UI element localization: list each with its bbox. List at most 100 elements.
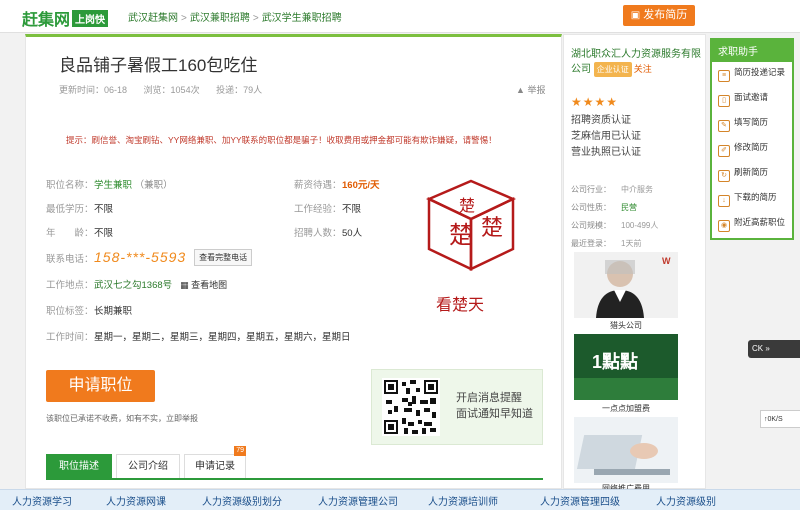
helper-item-nearby[interactable]: ◉ 附近高薪职位: [718, 216, 785, 232]
footer-link[interactable]: 人力资源培训师: [428, 493, 498, 508]
view-phone-button[interactable]: 查看完整电话: [194, 249, 253, 266]
laptop-illustration: [574, 417, 678, 483]
edit-icon: ✎: [718, 120, 730, 132]
field-label: 职位名称：: [46, 180, 94, 191]
auth-badge: 企业认证: [593, 62, 632, 77]
tab-apply-records[interactable]: 申请记录 79: [184, 446, 246, 478]
stamp-caption: 看楚天: [436, 297, 485, 314]
tab-job-description[interactable]: 职位描述: [46, 454, 112, 478]
info-key: 最近登录：: [571, 239, 611, 248]
helper-item-modify[interactable]: ✐ 修改简历: [718, 141, 768, 157]
widget-label: CK: [752, 344, 764, 353]
breadcrumb-item[interactable]: 武汉学生兼职招聘: [262, 13, 342, 24]
fraud-warning: 提示：刷信誉、淘宝刷钻、YY网络兼职、加YY联系的职位都是骗子！收取费用或押金都…: [66, 135, 497, 145]
cert-item: 营业执照已认证: [571, 147, 641, 158]
phone-icon: ▯: [718, 95, 730, 107]
field-label: 工作时间：: [46, 332, 94, 343]
field-label: 薪资待遇：: [294, 180, 342, 191]
person-illustration: W: [574, 252, 678, 318]
ad-promotion[interactable]: [574, 417, 678, 483]
info-key: 公司性质：: [571, 203, 611, 212]
company-info: 公司行业： 中介服务 公司性质： 民营 公司规模： 100-499人 最近登录： 1天前: [571, 181, 658, 253]
footer-link[interactable]: 人力资源学习: [12, 493, 72, 508]
field-address: 工作地点：武汉七之勾1368号 ▦ 查看地图: [46, 277, 227, 291]
footer-link[interactable]: 人力资源级别划分: [202, 493, 282, 508]
field-label: 联系电话：: [46, 254, 94, 265]
helper-item-downloaded[interactable]: ↓ 下载的简历: [718, 191, 777, 207]
position-value[interactable]: 学生兼职: [94, 180, 132, 191]
ad-franchise[interactable]: 1點點: [574, 334, 678, 400]
info-row: 最近登录： 1天前: [571, 235, 658, 253]
applicant-count: 投递：79人: [216, 85, 263, 95]
footer-link[interactable]: 人力资源网课: [106, 493, 166, 508]
qr-code-icon[interactable]: [382, 378, 440, 436]
top-bar: 赶集网 上岗快 武汉赶集网 > 武汉兼职招聘 > 武汉学生兼职招聘 ▣ 发布简历: [0, 0, 800, 33]
field-age: 年 龄：不限: [46, 225, 113, 239]
breadcrumb-item[interactable]: 武汉兼职招聘: [190, 13, 250, 24]
publish-resume-button[interactable]: ▣ 发布简历: [623, 5, 695, 26]
apply-job-button[interactable]: 申请职位: [46, 370, 155, 402]
helper-item-interviews[interactable]: ▯ 面试邀请: [718, 91, 768, 107]
info-row: 公司规模： 100-499人: [571, 217, 658, 235]
ad-caption: 一点点加盟费: [602, 404, 650, 413]
info-value: 100-499人: [621, 221, 659, 230]
info-row: 公司行业： 中介服务: [571, 181, 658, 199]
view-map-link[interactable]: ▦ 查看地图: [180, 280, 227, 290]
apply-note: 该职位已承诺不收费，如有不实，立即举报: [46, 414, 198, 423]
ad-headhunter[interactable]: W: [574, 252, 678, 318]
map-icon: ▦: [180, 280, 189, 290]
field-headcount: 招聘人数：50人: [294, 225, 362, 239]
site-logo[interactable]: 赶集网 上岗快: [22, 6, 109, 30]
info-key: 公司行业：: [571, 185, 611, 194]
network-speed-widget[interactable]: ↑0K/S: [760, 410, 800, 428]
helper-label: 刷新简历: [734, 167, 769, 177]
field-education: 最低学历：不限: [46, 201, 113, 215]
breadcrumb-sep: >: [252, 13, 259, 24]
field-tags: 职位标签：长期兼职: [46, 303, 132, 317]
view-count: 浏览：1054次: [143, 85, 200, 95]
helper-item-records[interactable]: ≡ 简历投递记录: [718, 66, 785, 82]
helper-label: 下载的简历: [734, 192, 777, 202]
speed-label: 0K/S: [767, 416, 783, 423]
logo-main: 赶集网: [22, 12, 71, 29]
helper-label: 面试邀请: [734, 92, 769, 102]
info-row: 公司性质： 民营: [571, 199, 658, 217]
helper-label: 修改简历: [734, 142, 769, 152]
footer-link[interactable]: 人力资源管理四级: [540, 493, 620, 508]
stamp-char: 楚: [449, 221, 473, 249]
publish-label: 发布简历: [643, 9, 688, 21]
page-title: 良品铺子暑假工160包吃住: [59, 56, 258, 75]
job-seeker-helper: 求职助手 ≡ 简历投递记录 ▯ 面试邀请 ✎ 填写简历 ✐ 修改简历 ↻ 刷新简历 ↓ 下载…: [710, 38, 794, 240]
shop-illustration: 1點點: [574, 334, 678, 400]
chevron-right-icon: »: [765, 344, 770, 353]
list-icon: ≡: [718, 70, 730, 82]
helper-title: 求职助手: [712, 40, 792, 62]
field-phone: 联系电话：158-***-5593 查看完整电话: [46, 249, 253, 266]
pencil-icon: ✐: [718, 145, 730, 157]
info-key: 公司规模：: [571, 221, 611, 230]
qr-text: 开启消息提醒 面试通知早知道: [456, 390, 533, 422]
footer-link[interactable]: 人力资源级别: [656, 493, 716, 508]
job-detail-panel: 良品铺子暑假工160包吃住 更新时间：06-18 浏览：1054次 投递：79人…: [25, 34, 562, 489]
report-link[interactable]: ▲ 举报: [516, 83, 545, 96]
floating-widget[interactable]: CK »: [748, 340, 800, 358]
count-badge: 79: [234, 446, 246, 456]
follow-link[interactable]: 关注: [634, 64, 652, 74]
footer-links-bar: 人力资源学习 人力资源网课 人力资源级别划分 人力资源管理公司 人力资源培训师 …: [0, 489, 800, 510]
phone-number: 158-***-5593: [94, 249, 187, 265]
field-label: 工作经验：: [294, 204, 342, 215]
company-name-block: 湖北职众汇人力资源服务有限公司 企业认证 关注: [571, 47, 701, 77]
education-value: 不限: [94, 204, 114, 215]
tab-company-intro[interactable]: 公司介绍: [116, 454, 180, 478]
info-value: 中介服务: [621, 185, 653, 194]
breadcrumb-item[interactable]: 武汉赶集网: [128, 13, 178, 24]
watermark-stamp: 楚 楚 楚: [425, 179, 517, 271]
helper-item-write[interactable]: ✎ 填写简历: [718, 116, 768, 132]
salary-value: 160元/天: [342, 180, 380, 191]
qr-text-line: 开启消息提醒: [456, 392, 522, 404]
logo-sub: 上岗快: [72, 10, 109, 27]
helper-item-refresh[interactable]: ↻ 刷新简历: [718, 166, 768, 182]
qr-promo: 开启消息提醒 面试通知早知道: [371, 369, 543, 445]
info-value: 民营: [621, 203, 637, 212]
footer-link[interactable]: 人力资源管理公司: [318, 493, 398, 508]
